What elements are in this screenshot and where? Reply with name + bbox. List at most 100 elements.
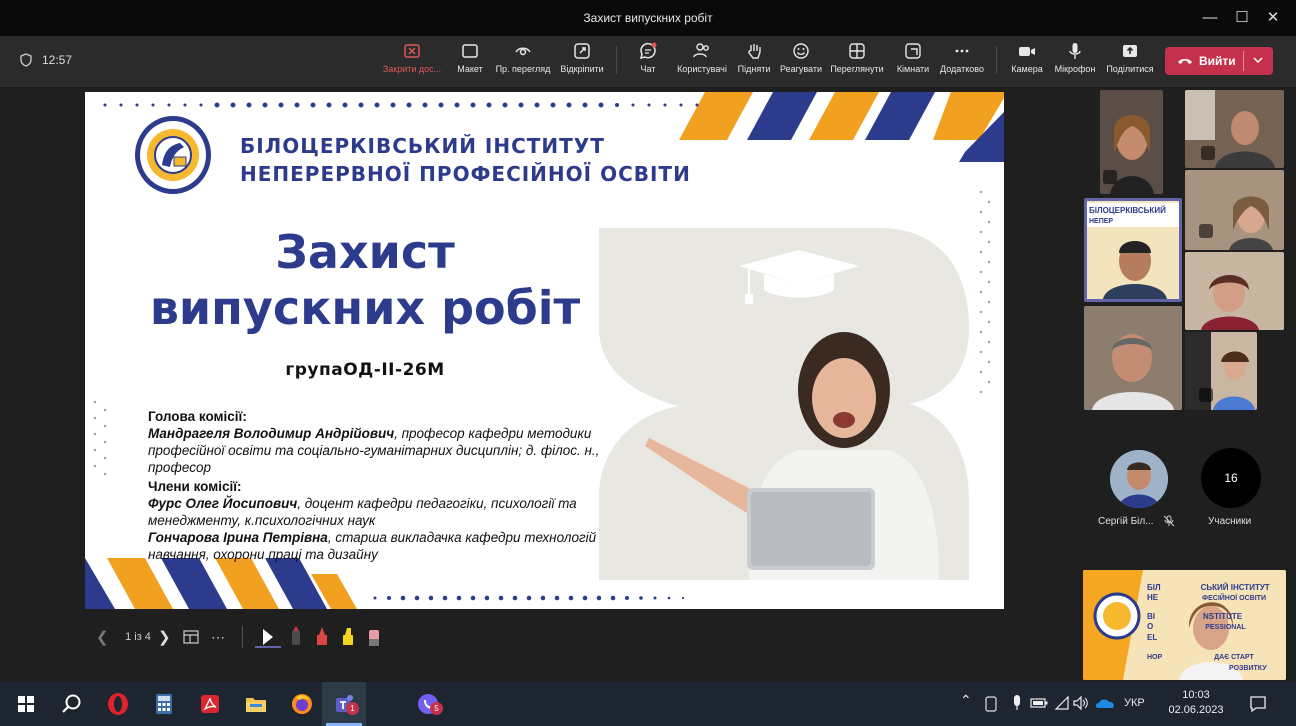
minimize-button[interactable]: — [1193, 6, 1227, 30]
preview-button[interactable]: Пр. перегляд [494, 42, 552, 82]
pointer-icon[interactable] [253, 625, 283, 649]
member1-name: Фурс Олег Йосипович [148, 496, 298, 511]
participant-video[interactable] [1100, 90, 1163, 194]
participant-video[interactable] [1185, 170, 1284, 250]
opera-browser-icon[interactable] [104, 690, 132, 718]
prev-slide-button[interactable]: ❮ [96, 628, 118, 646]
presentation-slide: БІЛОЦЕРКІВСЬКИЙ ІНСТИТУТ НЕПЕРЕРВНОЇ ПРО… [85, 92, 1004, 609]
institute-name-line2: НЕПЕРЕРВНОЇ ПРОФЕСІЙНОЇ ОСВІТИ [240, 162, 691, 186]
close-share-button[interactable]: Закрити дос... [380, 42, 444, 82]
next-slide-button[interactable]: ❯ [158, 628, 180, 646]
slide-title-line2: випускних робіт [149, 281, 581, 335]
muted-mic-icon [1199, 224, 1213, 238]
battery-icon[interactable] [1030, 697, 1048, 709]
participant-video[interactable] [1084, 306, 1182, 410]
slide-counter: 1 із 4 [125, 631, 151, 643]
backdrop-text-line: НОР [1147, 654, 1163, 661]
backdrop-text-line: PESSIONAL [1205, 624, 1246, 631]
institute-emblem-icon [147, 129, 199, 181]
chat-button[interactable]: Чат [630, 42, 666, 82]
close-window-button[interactable]: ✕ [1256, 6, 1290, 30]
more-icon [955, 49, 969, 53]
participant-video-active-speaker[interactable]: БІЛОЦЕРКІВСЬКИЙ НЕПЕР [1084, 198, 1182, 302]
slide-controls-divider [242, 626, 243, 648]
preview-icon [515, 47, 531, 56]
backdrop-text-line: РОЗВИТКУ [1229, 665, 1267, 672]
onedrive-icon[interactable] [1094, 696, 1116, 710]
share-button[interactable]: Поділитися [1102, 42, 1158, 82]
view-icon [849, 43, 865, 59]
windows-start-icon[interactable] [12, 690, 40, 718]
backdrop-text-line: ДАЄ СТАРТ [1214, 654, 1254, 661]
participant-video[interactable] [1185, 90, 1284, 168]
phone-hangup-icon [1178, 59, 1192, 64]
featured-participant-avatar[interactable] [1110, 450, 1168, 508]
volume-icon[interactable] [1072, 695, 1090, 711]
window-title: Захист випускних робіт [583, 11, 713, 25]
muted-mic-icon [1199, 388, 1213, 402]
raise-hand-icon [748, 44, 761, 59]
people-label: Користувачі [677, 64, 727, 74]
teams-meeting-window: Захист випускних робіт — ☐ ✕ 12:57 Закри… [0, 0, 1296, 726]
layout-button[interactable]: Макет [452, 42, 488, 82]
people-button[interactable]: Користувачі [674, 42, 730, 82]
backdrop-text-line: BI [1147, 612, 1155, 621]
pen-icon[interactable] [283, 625, 309, 649]
raise-hand-label: Підняти [737, 64, 771, 74]
commission-text: Голова комісії: Мандрагеля Володимир Анд… [148, 408, 618, 563]
eraser-icon[interactable] [361, 625, 387, 649]
svg-text:БІЛОЦЕРКІВСЬКИЙ: БІЛОЦЕРКІВСЬКИЙ [1089, 206, 1166, 215]
mic-icon [1069, 43, 1081, 59]
slide-grid-icon[interactable] [180, 629, 204, 645]
language-indicator[interactable]: УКР [1124, 697, 1145, 709]
backdrop-text-line: ФЕСІЙНОЇ ОСВІТИ [1202, 595, 1266, 602]
calculator-icon[interactable] [150, 690, 178, 718]
head-name: Мандрагеля Володимир Андрійович [148, 426, 395, 441]
pop-out-icon [574, 43, 590, 59]
rooms-label: Кімнати [896, 64, 930, 74]
slide-more-button[interactable]: ⋯ [204, 629, 232, 646]
microphone-tray-icon[interactable] [1012, 694, 1022, 712]
more-button[interactable]: Додатково [938, 42, 986, 82]
members-label: Члени комісії: [148, 479, 242, 494]
react-icon [793, 43, 809, 59]
mic-button[interactable]: Мікрофон [1048, 42, 1102, 82]
camera-button[interactable]: Камера [1008, 42, 1046, 82]
view-button[interactable]: Переглянути [826, 42, 888, 82]
highlighter-icon[interactable] [335, 625, 361, 649]
pop-out-button[interactable]: Відкріпити [556, 42, 608, 82]
meeting-timer: 12:57 [20, 53, 72, 67]
featured-participant-name: Сергій Біл... [1098, 516, 1154, 527]
search-icon[interactable] [58, 690, 86, 718]
chevron-up-icon[interactable]: ⌃ [960, 692, 972, 709]
acrobat-reader-icon[interactable] [196, 690, 224, 718]
clock-time: 10:03 [1182, 689, 1210, 701]
maximize-button[interactable]: ☐ [1225, 6, 1259, 30]
notifications-icon[interactable] [1248, 694, 1268, 714]
self-view-video[interactable]: БІЛ СЬКИЙ ІНСТИТУТ НЕ ФЕСІЙНОЇ ОСВІТИ BI NS… [1083, 570, 1286, 680]
leave-button[interactable]: Вийти [1165, 47, 1273, 75]
close-share-icon [404, 44, 420, 58]
chevron-down-icon[interactable] [1251, 53, 1265, 67]
firefox-icon[interactable] [288, 690, 316, 718]
marker-red-icon[interactable] [309, 625, 335, 649]
more-label: Додатково [940, 64, 984, 74]
react-button[interactable]: Реагувати [778, 42, 824, 82]
file-explorer-icon[interactable] [242, 690, 270, 718]
avatar [1110, 450, 1168, 508]
tablet-icon[interactable] [984, 696, 998, 712]
raise-hand-button[interactable]: Підняти [736, 42, 772, 82]
backdrop-text-line: НЕ [1147, 593, 1159, 602]
participant-video[interactable] [1185, 252, 1284, 330]
participant-photo [1185, 90, 1284, 168]
backdrop-text-line: СЬКИЙ ІНСТИТУТ [1200, 583, 1270, 592]
participants-count[interactable]: 16 [1201, 448, 1261, 508]
wifi-icon[interactable] [1054, 696, 1070, 710]
toolbar-divider [996, 46, 997, 74]
clock[interactable]: 10:03 02.06.2023 [1168, 688, 1224, 718]
participant-video[interactable] [1185, 332, 1257, 410]
rooms-button[interactable]: Кімнати [892, 42, 934, 82]
leave-divider [1243, 51, 1244, 71]
graduate-photo [599, 228, 969, 580]
muted-mic-icon [1163, 515, 1175, 527]
